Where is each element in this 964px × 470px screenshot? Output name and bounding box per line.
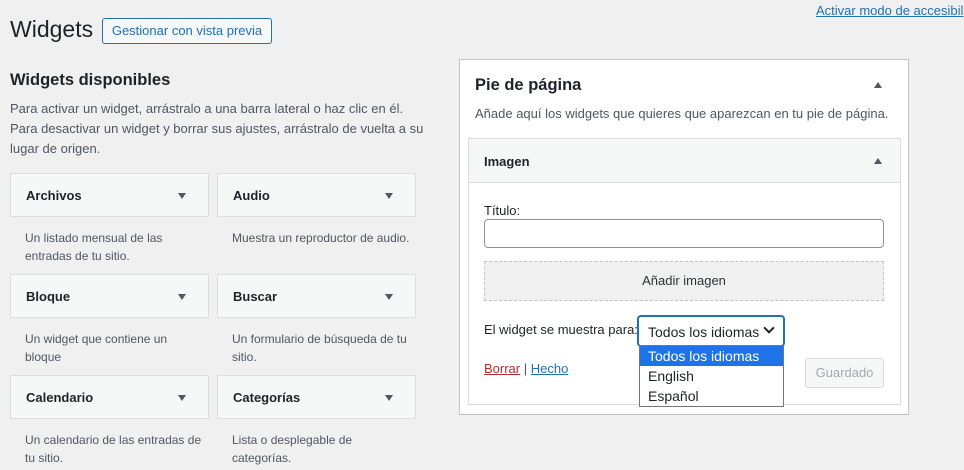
widget-description: Un widget que contiene un bloque xyxy=(25,332,168,364)
widget-buscar[interactable]: Buscar xyxy=(217,274,416,318)
manage-with-preview-button[interactable]: Gestionar con vista previa xyxy=(102,18,272,44)
widget-description: Un listado mensual de las entradas de tu… xyxy=(25,231,163,263)
language-dropdown-list: Todos los idiomas English Español xyxy=(639,345,784,407)
widget-bloque[interactable]: Bloque xyxy=(10,274,209,318)
title-field-label: Título: xyxy=(484,203,521,218)
page-title: Widgets xyxy=(10,16,94,42)
widget-title: Bloque xyxy=(26,289,71,304)
image-widget-title: Imagen xyxy=(484,154,530,169)
widget-title: Buscar xyxy=(233,289,278,304)
chevron-down-icon xyxy=(763,322,775,334)
expand-arrow-icon[interactable] xyxy=(178,294,186,300)
expand-arrow-icon[interactable] xyxy=(178,193,186,199)
available-widgets-title: Widgets disponibles xyxy=(10,71,171,89)
visibility-label: El widget se muestra para: xyxy=(484,322,638,337)
widget-categorias[interactable]: Categorías xyxy=(217,375,416,419)
saved-button: Guardado xyxy=(805,358,884,388)
widget-title: Archivos xyxy=(26,188,82,203)
option-spanish[interactable]: Español xyxy=(640,386,783,406)
actions-separator: | xyxy=(523,361,528,376)
widget-description: Un formulario de búsqueda de tu sitio. xyxy=(232,332,407,364)
widget-title: Categorías xyxy=(233,390,301,405)
expand-arrow-icon[interactable] xyxy=(385,294,393,300)
widget-description: Un calendario de las entradas de tu siti… xyxy=(25,433,202,465)
expand-arrow-icon[interactable] xyxy=(385,395,393,401)
widget-title: Calendario xyxy=(26,390,94,405)
sidebar-description: Añade aquí los widgets que quieres que a… xyxy=(475,106,889,121)
option-english[interactable]: English xyxy=(640,366,783,386)
language-visibility-select[interactable]: Todos los idiomas xyxy=(638,316,784,346)
sidebar-title[interactable]: Pie de página xyxy=(475,76,581,95)
widget-title: Audio xyxy=(233,188,270,203)
collapse-arrow-icon[interactable] xyxy=(874,82,882,88)
collapse-arrow-icon[interactable] xyxy=(874,158,882,164)
expand-arrow-icon[interactable] xyxy=(178,395,186,401)
available-widgets-description: Para activar un widget, arrástralo a una… xyxy=(10,101,424,156)
widget-calendario[interactable]: Calendario xyxy=(10,375,209,419)
widget-audio[interactable]: Audio xyxy=(217,173,416,217)
accessibility-mode-link[interactable]: Activar modo de accesibil xyxy=(816,3,964,18)
add-image-button[interactable]: Añadir imagen xyxy=(484,261,884,301)
image-widget-header[interactable]: Imagen xyxy=(469,139,900,183)
widget-description: Lista o desplegable de categorías. xyxy=(232,433,353,465)
widget-archivos[interactable]: Archivos xyxy=(10,173,209,217)
option-all-languages[interactable]: Todos los idiomas xyxy=(640,346,783,366)
widget-actions: Borrar | Hecho xyxy=(484,361,568,376)
widget-description: Muestra un reproductor de audio. xyxy=(232,231,410,245)
expand-arrow-icon[interactable] xyxy=(385,193,393,199)
delete-link[interactable]: Borrar xyxy=(484,361,520,376)
selected-language: Todos los idiomas xyxy=(648,324,760,340)
title-input[interactable] xyxy=(484,219,884,248)
done-link[interactable]: Hecho xyxy=(531,361,569,376)
